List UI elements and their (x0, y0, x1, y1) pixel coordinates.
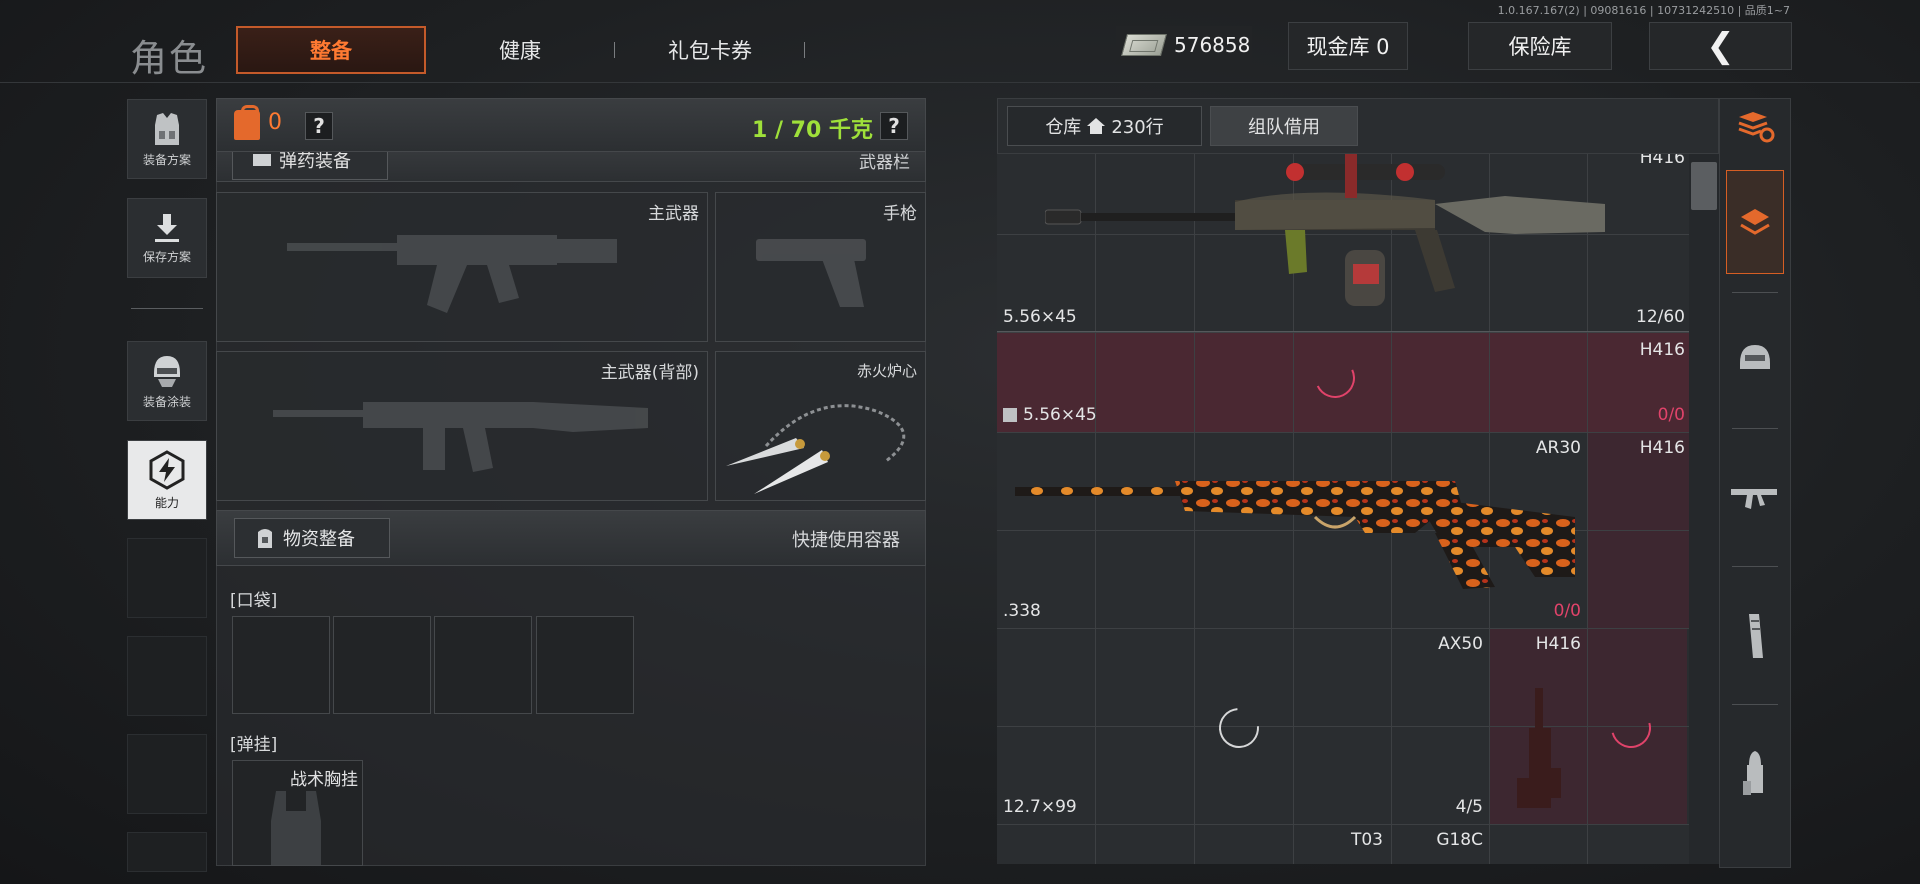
helmet-icon (154, 355, 180, 387)
warehouse-item-row-partial[interactable]: T03 G18C (997, 824, 1689, 864)
loading-spinner-icon (1210, 699, 1268, 757)
version-text: 1.0.167.167(2) | 09081616 | 10731242510 … (1497, 4, 1790, 17)
stack-refresh-icon (1738, 112, 1775, 143)
filter-all-button[interactable] (1726, 170, 1784, 274)
warehouse-item-ax50[interactable]: AX50 H416 12.7×99 4/5 (997, 628, 1689, 824)
download-icon (155, 213, 179, 242)
melee-slot[interactable]: 赤火炉心 (715, 351, 926, 501)
rifle-h416-icon (1045, 154, 1605, 306)
sniper-ar30-icon (1015, 481, 1575, 589)
layers-icon (1740, 209, 1770, 235)
tab-divider (614, 42, 615, 58)
ability-icon (149, 449, 185, 490)
tab-team-borrow[interactable]: 组队借用 (1210, 106, 1358, 146)
primary-weapon-slot[interactable]: 主武器 (216, 192, 708, 342)
loading-spinner-icon (1603, 700, 1659, 756)
weapon-bar-label: 武器栏 (859, 153, 910, 173)
sidebar-empty-slot (127, 538, 207, 618)
sidebar-item-skins[interactable]: 装备涂装 (127, 341, 207, 421)
cash-icon (1121, 34, 1167, 56)
warehouse-item-ar30[interactable]: AR30 H416 .338 0/0 (997, 432, 1689, 628)
pistol-slot[interactable]: 手枪 (715, 192, 926, 342)
home-icon (1087, 118, 1106, 134)
filter-helmet-button[interactable] (1726, 306, 1784, 410)
chest-rig-slot[interactable]: 战术胸挂 (232, 760, 363, 866)
weight-value: 1 / 70 千克 (752, 118, 873, 143)
sidebar-empty-slot (127, 734, 207, 814)
sidebar-divider (131, 308, 203, 309)
tab-divider (804, 42, 805, 58)
header-divider (0, 82, 1920, 83)
bullet-icon (1743, 751, 1763, 795)
scrollbar-thumb[interactable] (1691, 162, 1717, 210)
pocket-slot[interactable] (536, 616, 634, 714)
back-button[interactable]: ❮ (1649, 22, 1792, 70)
sidebar-item-save-plan[interactable]: 保存方案 (127, 198, 207, 278)
pocket-slot[interactable] (232, 616, 330, 714)
ammo-loadout-button[interactable]: 弹药装备 (232, 152, 388, 180)
chest-rig-name: 战术胸挂 (290, 770, 358, 790)
warehouse-item-h416-empty[interactable]: H416 5.56×45 0/0 (997, 332, 1689, 432)
cash-display: 576858 (1116, 26, 1252, 64)
cash-vault-button[interactable]: 现金库 0 (1288, 22, 1408, 70)
sidebar-empty-slot (127, 636, 207, 716)
tab-health[interactable]: 健康 (445, 26, 595, 74)
ammo-icon (253, 154, 271, 166)
vest-icon (155, 112, 179, 145)
chest-rig-icon (271, 791, 321, 865)
supplies-button[interactable]: 物资整备 (234, 518, 390, 558)
rifle-icon (1731, 489, 1777, 509)
weight-help-button[interactable]: ? (880, 112, 908, 140)
warehouse-item-h416[interactable]: H416 5.56×45 12/60 (997, 154, 1689, 332)
backpack-icon (234, 105, 260, 140)
filter-ammo-button[interactable] (1726, 722, 1784, 826)
help-button[interactable]: ? (305, 112, 333, 140)
cash-amount: 576858 (1174, 33, 1251, 57)
sidebar-item-ability[interactable]: 能力 (127, 440, 207, 520)
sort-refresh-button[interactable] (1726, 100, 1784, 154)
filter-gun-button[interactable] (1726, 444, 1784, 548)
helmet-icon (1740, 345, 1770, 369)
item-count: 0 (268, 110, 282, 135)
chevron-left-icon: ❮ (1706, 26, 1735, 66)
partial-section-header: 弹药装备 武器栏 (216, 152, 926, 185)
insurance-vault-button[interactable]: 保险库 (1468, 22, 1612, 70)
pockets-label: [口袋] (230, 591, 278, 611)
pocket-slot[interactable] (434, 616, 532, 714)
back-primary-weapon-slot[interactable]: 主武器(背部) (216, 351, 708, 501)
rifle-silhouette-icon (287, 235, 617, 313)
crate-icon (1003, 408, 1017, 422)
sidebar-empty-slot (127, 832, 207, 872)
sidebar-item-loadout-plan[interactable]: 装备方案 (127, 99, 207, 179)
loading-spinner-icon (1309, 352, 1361, 404)
warehouse-scrollbar[interactable] (1689, 154, 1719, 864)
pistol-silhouette-icon (756, 239, 866, 307)
bag-icon (258, 529, 272, 548)
quick-use-container-label: 快捷使用容器 (792, 530, 900, 551)
warehouse-grid: H416 5.56×45 12/60 H416 5.56×45 0/0 AR30… (997, 154, 1689, 864)
chain-blade-icon (726, 404, 906, 494)
rig-label: [弹挂] (230, 735, 278, 755)
tab-gift-coupons[interactable]: 礼包卡券 (630, 26, 790, 74)
assault-rifle-silhouette-icon (273, 402, 648, 472)
vertical-rifle-icon (1517, 688, 1561, 808)
filter-magazine-button[interactable] (1726, 584, 1784, 688)
tab-equip[interactable]: 整备 (236, 26, 426, 74)
tab-warehouse[interactable]: 仓库 230行 (1007, 106, 1202, 146)
magazine-icon (1749, 614, 1763, 658)
page-title: 角色 (130, 37, 208, 80)
pocket-slot[interactable] (333, 616, 431, 714)
